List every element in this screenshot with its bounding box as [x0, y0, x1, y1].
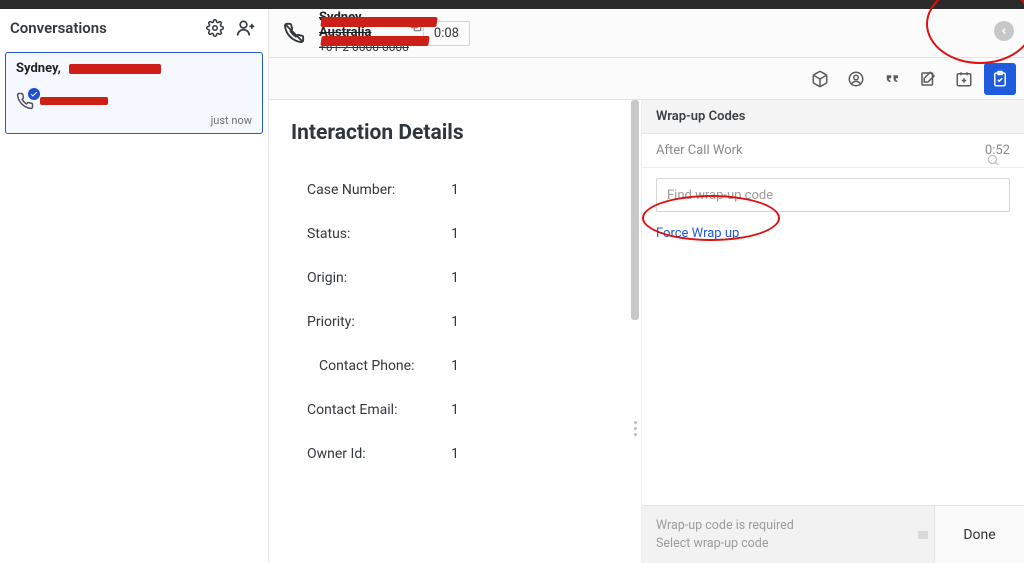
detail-value: 1	[451, 182, 491, 198]
package-icon[interactable]	[804, 63, 836, 95]
sidebar-header: Conversations	[0, 9, 268, 48]
interaction-details-pane: Interaction Details Case Number: 1 Statu…	[269, 100, 629, 563]
detail-label: Priority:	[291, 314, 451, 330]
wrapup-required-msg: Wrap-up code is required	[656, 517, 904, 535]
after-call-work-row: After Call Work 0:52	[642, 134, 1024, 168]
app-shell: Conversations Sydney,	[0, 9, 1024, 563]
divider-square	[918, 531, 928, 539]
phone-slash-icon	[283, 22, 305, 44]
detail-label: Contact Phone:	[291, 358, 451, 374]
conversation-name-prefix: Sydney,	[16, 61, 61, 76]
schedule-icon[interactable]	[948, 63, 980, 95]
wrapup-footer: Wrap-up code is required Select wrap-up …	[642, 505, 1024, 563]
done-button[interactable]: Done	[934, 506, 1024, 563]
status-badge-icon	[28, 88, 40, 100]
detail-row-origin: Origin: 1	[291, 256, 607, 300]
contact-header: Sydney, Australia +61 2 0000 0000 0:08	[269, 9, 1024, 58]
main-panel: Sydney, Australia +61 2 0000 0000 0:08	[269, 9, 1024, 563]
force-wrapup-link[interactable]: Force Wrap up	[656, 226, 739, 241]
edit-note-icon[interactable]	[912, 63, 944, 95]
wrapup-header: Wrap-up Codes	[642, 100, 1024, 134]
detail-value: 1	[451, 314, 491, 330]
detail-row-status: Status: 1	[291, 212, 607, 256]
content-body: Interaction Details Case Number: 1 Statu…	[269, 100, 1024, 563]
conversation-item[interactable]: Sydney, just now	[5, 52, 263, 134]
header-contact-phone: +61 2 0000 0000	[319, 41, 423, 55]
detail-row-contact-email: Contact Email: 1	[291, 388, 607, 432]
detail-label: Owner Id:	[291, 446, 451, 462]
gear-icon[interactable]	[206, 19, 224, 37]
profile-icon[interactable]	[840, 63, 872, 95]
action-toolbar	[269, 58, 1024, 100]
splitter-grip-icon	[629, 418, 641, 438]
copy-icon[interactable]	[409, 19, 423, 33]
wrapup-pane: Wrap-up Codes After Call Work 0:52 Force…	[641, 100, 1024, 563]
detail-value: 1	[451, 446, 491, 462]
redaction-bar	[69, 64, 161, 74]
detail-row-contact-phone: Contact Phone: 1	[291, 344, 607, 388]
conversation-timestamp: just now	[211, 114, 252, 127]
detail-row-owner-id: Owner Id: 1	[291, 432, 607, 476]
conversation-agent-name	[40, 94, 108, 108]
detail-row-priority: Priority: 1	[291, 300, 607, 344]
detail-row-case-number: Case Number: 1	[291, 168, 607, 212]
detail-label: Contact Email:	[291, 402, 451, 418]
detail-value: 1	[451, 402, 491, 418]
acw-label: After Call Work	[656, 143, 743, 158]
phone-hangup-icon	[16, 92, 34, 110]
close-panel-button[interactable]	[994, 21, 1014, 41]
detail-value: 1	[451, 270, 491, 286]
sidebar-title: Conversations	[10, 19, 107, 37]
detail-value: 1	[451, 358, 491, 374]
wrapup-select-msg: Select wrap-up code	[656, 535, 904, 553]
wrapup-search-input[interactable]	[656, 178, 1010, 212]
call-timer: 0:08	[423, 21, 470, 46]
add-person-icon[interactable]	[236, 18, 256, 38]
conversations-sidebar: Conversations Sydney,	[0, 9, 269, 563]
detail-label: Status:	[291, 226, 451, 242]
detail-label: Case Number:	[291, 182, 451, 198]
pane-splitter[interactable]	[629, 100, 641, 563]
header-contact-name: Sydney, Australia	[319, 11, 401, 41]
wrapup-icon[interactable]	[984, 63, 1016, 95]
acw-timer: 0:52	[985, 143, 1010, 158]
app-topbar	[0, 0, 1024, 9]
detail-label: Origin:	[291, 270, 451, 286]
detail-value: 1	[451, 226, 491, 242]
details-heading: Interaction Details	[291, 120, 607, 146]
quote-icon[interactable]	[876, 63, 908, 95]
